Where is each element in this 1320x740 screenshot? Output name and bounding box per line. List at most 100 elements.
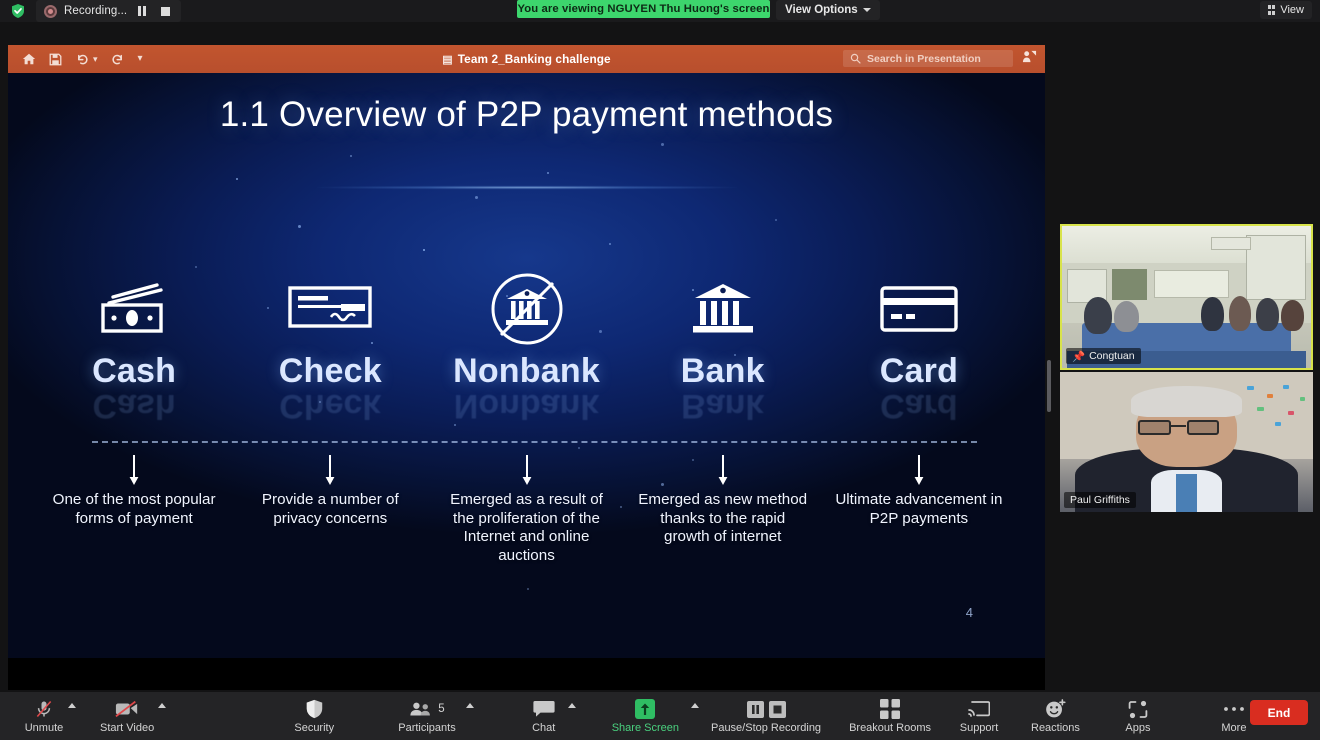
pause-stop-recording-label: Pause/Stop Recording xyxy=(710,722,822,734)
document-icon: ▤ xyxy=(442,53,453,66)
view-label: View xyxy=(1280,4,1304,16)
share-scrollbar[interactable] xyxy=(1047,360,1051,412)
down-arrow-icon xyxy=(718,455,728,485)
end-label: End xyxy=(1267,705,1291,720)
grid-layout-icon xyxy=(1267,5,1276,15)
chat-button[interactable]: Chat xyxy=(518,692,576,740)
pause-recording-button[interactable] xyxy=(134,3,150,19)
audio-options-caret-icon[interactable] xyxy=(68,703,76,708)
view-options-label: View Options xyxy=(785,4,858,16)
label-reflection: Cash xyxy=(92,387,176,425)
method-description: Emerged as a result of the proliferation… xyxy=(450,491,603,565)
bank-building-icon xyxy=(689,278,757,340)
participant-name: Paul Griffiths xyxy=(1070,494,1130,506)
down-arrow-icon xyxy=(129,455,139,485)
page-title: Team 2_Banking challenge xyxy=(457,52,611,66)
security-button[interactable]: Security xyxy=(288,692,340,740)
support-label: Support xyxy=(959,722,999,734)
viewing-screen-banner: You are viewing NGUYEN Thu Huong's scree… xyxy=(517,0,770,18)
method-description: Provide a number of privacy concerns xyxy=(261,491,399,527)
chevron-down-icon xyxy=(862,8,871,12)
chat-bubble-icon xyxy=(533,698,555,720)
dashed-divider xyxy=(92,441,977,443)
method-description: One of the most popular forms of payment xyxy=(52,491,216,527)
person-share-icon[interactable] xyxy=(1022,49,1037,67)
view-options-button[interactable]: View Options xyxy=(776,0,880,20)
label-reflection: Check xyxy=(279,387,382,425)
video-tile-congtuan[interactable]: 📌 Congtuan xyxy=(1060,224,1313,370)
apps-label: Apps xyxy=(1125,722,1151,734)
top-bar: Recording... You are viewing NGUYEN Thu … xyxy=(0,0,1320,22)
payment-method-column: Card Card xyxy=(821,278,1017,425)
search-icon xyxy=(850,53,861,64)
presentation-toolbar: ▾ ▾ ▤ Team 2_Banking challenge Search in… xyxy=(8,45,1045,73)
payment-method-columns: Cash Cash Check Check Nonbank Nonbank Ba… xyxy=(36,273,1017,425)
shared-screen-area: ▾ ▾ ▤ Team 2_Banking challenge Search in… xyxy=(8,45,1051,690)
more-label: More xyxy=(1221,722,1247,734)
stop-icon xyxy=(160,6,170,16)
shield-check-icon[interactable] xyxy=(9,2,27,20)
payment-method-column: Bank Bank xyxy=(625,278,821,425)
unmute-button[interactable]: Unmute xyxy=(18,692,76,740)
reactions-button[interactable]: Reactions xyxy=(1025,692,1086,740)
down-arrow-icon xyxy=(325,455,335,485)
support-button[interactable]: Support xyxy=(953,692,1005,740)
payment-method-column: Check Check xyxy=(232,278,428,425)
video-options-caret-icon[interactable] xyxy=(158,703,167,708)
participants-label: Participants xyxy=(398,722,456,734)
view-layout-button[interactable]: View xyxy=(1259,1,1312,19)
stop-recording-button[interactable] xyxy=(157,3,173,19)
participants-icon: 5 xyxy=(409,698,445,720)
participants-options-caret-icon[interactable] xyxy=(465,703,474,708)
label-reflection: Bank xyxy=(681,387,765,425)
participant-video-feed xyxy=(1062,226,1311,368)
share-options-caret-icon[interactable] xyxy=(690,703,699,708)
share-screen-label: Share Screen xyxy=(611,722,679,734)
participant-video-feed xyxy=(1060,372,1313,512)
breakout-rooms-label: Breakout Rooms xyxy=(849,722,931,734)
viewing-screen-text: You are viewing NGUYEN Thu Huong's scree… xyxy=(517,3,770,15)
more-dots-icon xyxy=(1223,698,1245,720)
label-reflection: Card xyxy=(880,387,958,425)
method-description: Ultimate advancement in P2P payments xyxy=(835,491,1003,527)
breakout-grid-icon xyxy=(880,698,901,720)
security-label: Security xyxy=(294,722,335,734)
share-screen-icon xyxy=(635,699,656,719)
participant-name-tag: 📌 Congtuan xyxy=(1066,348,1141,364)
reactions-smiley-icon xyxy=(1045,698,1066,720)
description-row: One of the most popular forms of payment… xyxy=(36,491,1017,566)
chat-label: Chat xyxy=(532,722,556,734)
pause-stop-icon xyxy=(746,698,786,720)
record-dot-icon xyxy=(44,4,57,18)
payment-method-column: Nonbank Nonbank xyxy=(428,273,624,425)
pause-icon xyxy=(137,6,147,16)
unmute-label: Unmute xyxy=(24,722,64,734)
down-arrow-icon xyxy=(522,455,531,485)
slide-title: 1.1 Overview of P2P payment methods xyxy=(219,95,834,134)
recording-indicator: Recording... xyxy=(36,0,182,22)
reactions-label: Reactions xyxy=(1031,722,1080,734)
zoom-meeting-window: Recording... You are viewing NGUYEN Thu … xyxy=(0,0,1320,740)
start-video-label: Start Video xyxy=(100,722,155,734)
method-description: Emerged as new method thanks to the rapi… xyxy=(638,491,808,546)
apps-button[interactable]: Apps xyxy=(1112,692,1164,740)
banknotes-icon xyxy=(95,278,173,340)
pause-stop-recording-button[interactable]: Pause/Stop Recording xyxy=(705,692,827,740)
payment-method-column: Cash Cash xyxy=(36,278,232,425)
pin-icon: 📌 xyxy=(1072,350,1086,363)
breakout-rooms-button[interactable]: Breakout Rooms xyxy=(843,692,937,740)
share-screen-button[interactable]: Share Screen xyxy=(606,692,699,740)
start-video-button[interactable]: Start Video xyxy=(94,692,167,740)
down-arrow-icon xyxy=(914,455,924,485)
label-reflection: Nonbank xyxy=(453,387,600,425)
video-tile-paul-griffiths[interactable]: Paul Griffiths xyxy=(1060,372,1313,512)
slide-page-number: 4 xyxy=(965,605,973,620)
participant-name-tag: Paul Griffiths xyxy=(1064,492,1136,508)
apps-icon xyxy=(1128,698,1148,720)
chat-options-caret-icon[interactable] xyxy=(567,703,576,708)
credit-card-icon xyxy=(879,278,959,340)
recording-label: Recording... xyxy=(64,5,128,17)
end-meeting-button[interactable]: End xyxy=(1250,700,1308,725)
search-input[interactable]: Search in Presentation xyxy=(843,50,1013,67)
participants-button[interactable]: 5 Participants xyxy=(392,692,474,740)
